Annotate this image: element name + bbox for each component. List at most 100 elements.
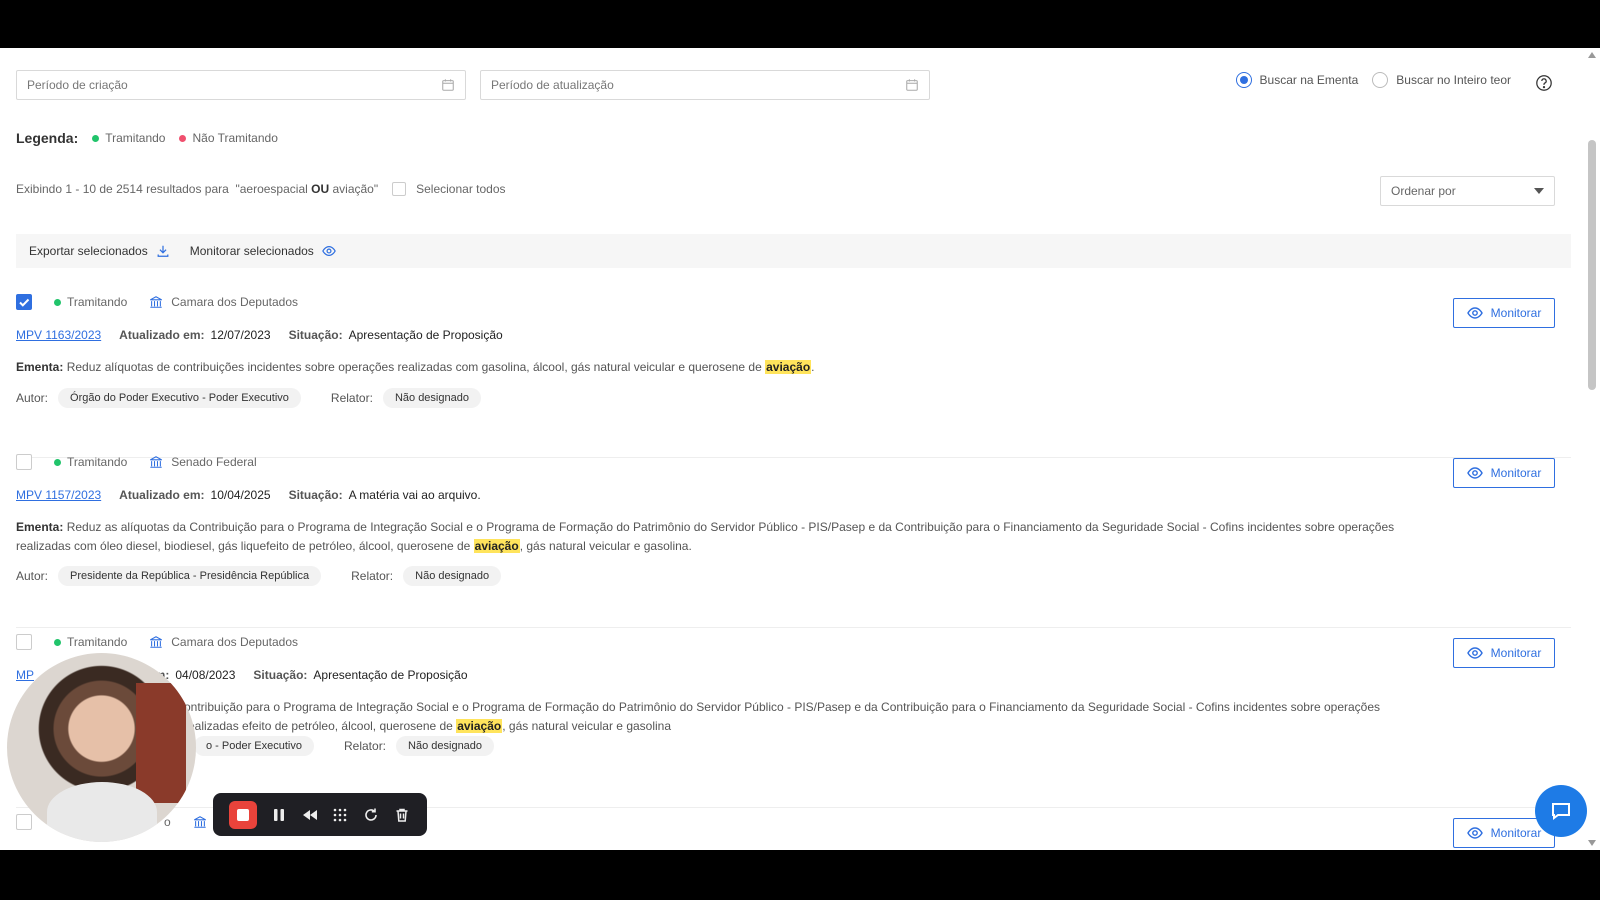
radio-search-ementa[interactable]: Buscar na Ementa xyxy=(1235,72,1359,88)
situation: Situação: Apresentação de Proposição xyxy=(289,328,503,342)
update-period-field[interactable]: Período de atualização xyxy=(480,70,930,100)
calendar-icon xyxy=(906,79,918,91)
situation-value: Apresentação de Proposição xyxy=(313,668,468,682)
legislative-house: Camara dos Deputados xyxy=(149,295,298,309)
status-label: Tramitando xyxy=(67,635,128,649)
radio-search-ementa-label: Buscar na Ementa xyxy=(1259,73,1359,87)
scroll-thumb[interactable] xyxy=(1588,140,1596,390)
institution-icon xyxy=(193,816,206,828)
card-meta: MPV 1163/2023 Atualizado em: 12/07/2023 S… xyxy=(16,328,503,342)
rewind-button[interactable] xyxy=(301,806,319,824)
eye-icon xyxy=(1466,827,1483,839)
monitor-button[interactable]: Monitorar xyxy=(1453,638,1555,668)
result-card: Tramitando Senado Federal MPV 1157/2023 … xyxy=(16,448,1571,628)
updated-label: Atualizado em: xyxy=(119,328,205,342)
card-people: Autor: Órgão do Poder Executivo - Poder … xyxy=(16,388,481,408)
situation: Situação: A matéria vai ao arquivo. xyxy=(289,488,481,502)
legend-title: Legenda: xyxy=(16,130,79,146)
select-all-checkbox[interactable]: Selecionar todos xyxy=(392,182,506,196)
bulk-action-bar: Exportar selecionados Monitorar selecion… xyxy=(16,234,1571,268)
situation-label: Situação: xyxy=(253,668,308,682)
search-operator: OU xyxy=(311,182,330,196)
card-checkbox[interactable] xyxy=(16,814,32,830)
ementa-label: Ementa: xyxy=(16,360,64,374)
vertical-scrollbar[interactable] xyxy=(1584,48,1600,850)
ementa-tail: , gás natural veicular e gasolina. xyxy=(519,539,692,553)
ementa-tail: , gás natural veicular e gasolina xyxy=(502,719,672,733)
updated-at: Atualizado em: 10/04/2025 xyxy=(119,488,270,502)
search-term-2: aviação" xyxy=(332,182,379,196)
rewind-icon xyxy=(302,809,317,820)
relator-pill: Não designado xyxy=(396,736,495,756)
institution-icon xyxy=(150,636,163,648)
results-prefix: Exibindo 1 - 10 de 2514 resultados para xyxy=(16,182,229,196)
legislative-house: Camara dos Deputados xyxy=(149,635,298,649)
radio-circle-selected[interactable] xyxy=(1235,72,1252,88)
proposition-code-link[interactable]: MPV 1163/2023 xyxy=(16,328,101,342)
monitor-selected-label: Monitorar selecionados xyxy=(189,244,314,258)
result-card: Tramitando Camara dos Deputados MPV 1163… xyxy=(16,288,1571,458)
status-label: Tramitando xyxy=(67,295,128,309)
house-label: Senado Federal xyxy=(171,455,257,469)
green-dot-icon xyxy=(54,458,61,466)
select-all-label: Selecionar todos xyxy=(416,182,506,196)
relator-label: Relator: xyxy=(344,739,387,753)
result-card: Tramitando Camara dos Deputados MP em:04… xyxy=(16,628,1571,808)
monitor-button[interactable]: Monitorar xyxy=(1453,458,1555,488)
delete-button[interactable] xyxy=(393,806,411,824)
status-indicator: Tramitando xyxy=(54,455,127,469)
updated-value: 10/04/2025 xyxy=(210,488,271,502)
restart-button[interactable] xyxy=(362,806,380,824)
card-header: Tramitando Senado Federal xyxy=(16,454,257,470)
proposition-code-link[interactable]: MP xyxy=(16,668,34,682)
card-checkbox[interactable] xyxy=(16,634,32,650)
radio-search-full-text[interactable]: Buscar no Inteiro teor xyxy=(1372,72,1511,88)
results-text: Exibindo 1 - 10 de 2514 resultados para … xyxy=(16,182,378,196)
situation-label: Situação: xyxy=(288,488,343,502)
status-indicator: Tramitando xyxy=(54,295,127,309)
creation-period-field[interactable]: Período de criação xyxy=(16,70,466,100)
scroll-down-icon[interactable] xyxy=(1588,840,1596,846)
house-label: Camara dos Deputados xyxy=(171,635,298,649)
status-indicator: Tramitando xyxy=(54,635,127,649)
status-label: Tramitando xyxy=(67,455,128,469)
ementa-body: Reduz alíquotas de contribuições inciden… xyxy=(66,360,762,374)
eye-icon xyxy=(1466,467,1483,479)
grid-button[interactable] xyxy=(331,806,349,824)
legend: Legenda: Tramitando Não Tramitando xyxy=(16,130,278,146)
green-dot-icon xyxy=(92,135,100,143)
order-by-select[interactable]: Ordenar por xyxy=(1380,176,1555,206)
monitor-selected-button[interactable]: Monitorar selecionados xyxy=(190,244,336,258)
situation-label: Situação: xyxy=(288,328,343,342)
chat-icon xyxy=(1552,803,1570,820)
stop-recording-button[interactable] xyxy=(229,800,258,829)
monitor-button-label: Monitorar xyxy=(1490,826,1542,840)
relator-label: Relator: xyxy=(351,569,394,583)
card-checkbox[interactable] xyxy=(16,454,32,470)
creation-period-placeholder: Período de criação xyxy=(27,78,128,92)
eye-icon xyxy=(1466,647,1483,659)
checkbox[interactable] xyxy=(392,182,407,196)
help-icon[interactable] xyxy=(1535,74,1553,92)
ementa-body: ontribuição para o Programa de Integraçã… xyxy=(184,700,1381,733)
chat-support-button[interactable] xyxy=(1535,785,1587,837)
pause-button[interactable] xyxy=(270,806,288,824)
search-highlight: aviação xyxy=(765,360,812,374)
restart-icon xyxy=(365,808,377,821)
proposition-code-link[interactable]: MPV 1157/2023 xyxy=(16,488,101,502)
green-dot-icon xyxy=(54,638,61,646)
green-dot-icon xyxy=(54,298,61,306)
author-label: Autor: xyxy=(16,569,49,583)
card-header: Tramitando Camara dos Deputados xyxy=(16,294,298,310)
author-pill: Presidente da República - Presidência Re… xyxy=(58,566,322,586)
order-by-label: Ordenar por xyxy=(1391,184,1456,198)
scroll-up-icon[interactable] xyxy=(1588,52,1596,58)
monitor-button[interactable]: Monitorar xyxy=(1453,298,1555,328)
export-selected-button[interactable]: Exportar selecionados xyxy=(29,244,170,258)
institution-icon xyxy=(150,296,163,308)
radio-circle[interactable] xyxy=(1372,72,1389,88)
radio-search-full-label: Buscar no Inteiro teor xyxy=(1396,73,1511,87)
ementa-body: Reduz as alíquotas da Contribuição para … xyxy=(16,520,1395,553)
stop-icon xyxy=(237,808,250,821)
card-checkbox[interactable] xyxy=(16,294,32,310)
